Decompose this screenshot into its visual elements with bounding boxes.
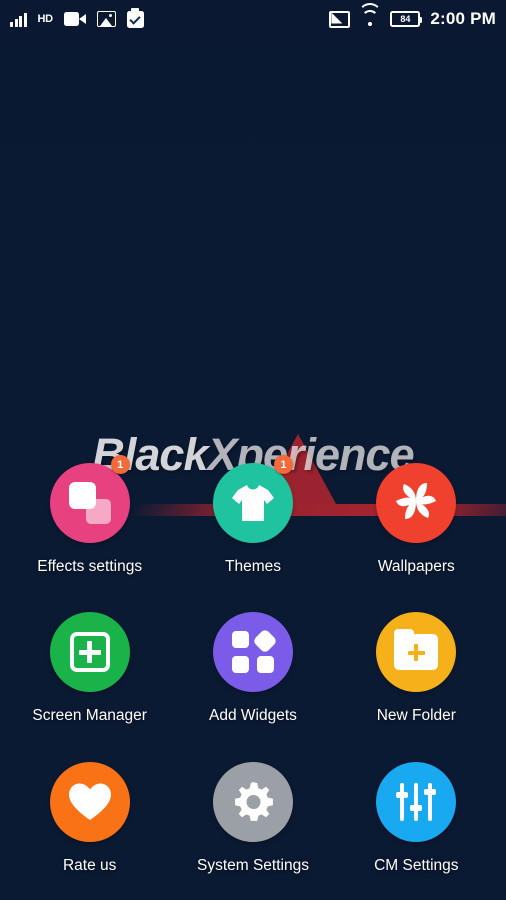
app-item-effects-settings[interactable]: 1 Effects settings xyxy=(8,455,171,576)
app-label-cm-settings: CM Settings xyxy=(374,856,459,874)
themes-icon-circle[interactable] xyxy=(212,463,293,543)
heart-icon xyxy=(68,782,112,822)
folder-plus-icon xyxy=(394,629,439,671)
icon-wrap xyxy=(42,604,138,700)
widgets-shapes-icon xyxy=(231,628,278,674)
screen-plus-icon xyxy=(69,632,110,673)
app-label-new-folder: New Folder xyxy=(376,707,456,725)
status-bar: HD 84 2:00 PM xyxy=(0,0,506,38)
app-label-add-widgets: Add Widgets xyxy=(209,707,297,725)
app-label-screen-manager: Screen Manager xyxy=(32,707,147,725)
app-item-rate-us[interactable]: Rate us xyxy=(8,754,171,875)
icon-wrap xyxy=(368,604,464,700)
effects-squares-icon xyxy=(68,482,111,524)
image-icon xyxy=(96,11,116,27)
cm-settings-icon-circle[interactable] xyxy=(376,761,457,842)
app-label-system-settings: System Settings xyxy=(196,856,309,874)
add-widgets-icon-circle[interactable] xyxy=(212,612,293,693)
app-label-rate-us: Rate us xyxy=(62,856,117,874)
cast-screen-icon xyxy=(329,10,351,28)
app-item-add-widgets[interactable]: Add Widgets xyxy=(171,604,334,725)
icon-wrap xyxy=(205,604,301,700)
icon-wrap xyxy=(205,754,301,850)
hd-icon: HD xyxy=(37,12,54,25)
app-label-effects-settings: Effects settings xyxy=(37,558,143,575)
wifi-icon xyxy=(358,2,383,27)
effects-settings-icon-circle[interactable] xyxy=(49,463,130,543)
app-item-screen-manager[interactable]: Screen Manager xyxy=(8,604,171,725)
app-label-themes: Themes xyxy=(224,558,281,575)
app-item-wallpapers[interactable]: Wallpapers xyxy=(335,455,498,576)
app-item-system-settings[interactable]: System Settings xyxy=(171,754,334,875)
status-bar-clock: 2:00 PM xyxy=(430,9,496,28)
status-bar-left: HD xyxy=(10,8,155,28)
app-item-themes[interactable]: 1 Themes xyxy=(171,455,334,576)
t-shirt-icon xyxy=(230,482,276,524)
video-camera-icon xyxy=(63,12,86,26)
icon-wrap xyxy=(42,754,138,850)
icon-wrap xyxy=(368,754,464,850)
app-item-cm-settings[interactable]: CM Settings xyxy=(335,754,498,875)
icon-wrap: 1 xyxy=(42,455,138,551)
battery-level-label: 84 xyxy=(400,13,411,24)
new-folder-icon-circle[interactable] xyxy=(376,612,457,693)
system-settings-icon-circle[interactable] xyxy=(212,761,293,842)
battery-icon: 84 xyxy=(390,11,423,27)
screen-manager-icon-circle[interactable] xyxy=(49,612,130,693)
sliders-icon xyxy=(396,782,437,821)
app-label-wallpapers: Wallpapers xyxy=(377,558,455,575)
rate-us-icon-circle[interactable] xyxy=(49,761,130,842)
gear-icon xyxy=(231,780,275,824)
status-bar-right: 84 2:00 PM xyxy=(319,2,496,29)
badge-themes: 1 xyxy=(273,455,293,474)
icon-wrap: 1 xyxy=(205,455,301,551)
shutter-flower-icon xyxy=(394,479,438,528)
signal-bars-icon xyxy=(10,11,27,27)
icon-wrap xyxy=(368,455,464,551)
wallpapers-icon-circle[interactable] xyxy=(376,463,457,543)
badge-effects-settings: 1 xyxy=(110,455,130,474)
checkbox-checked-icon xyxy=(126,8,144,28)
app-grid: 1 Effects settings 1 Themes Wallpapers S… xyxy=(0,455,506,875)
app-item-new-folder[interactable]: New Folder xyxy=(335,604,498,725)
